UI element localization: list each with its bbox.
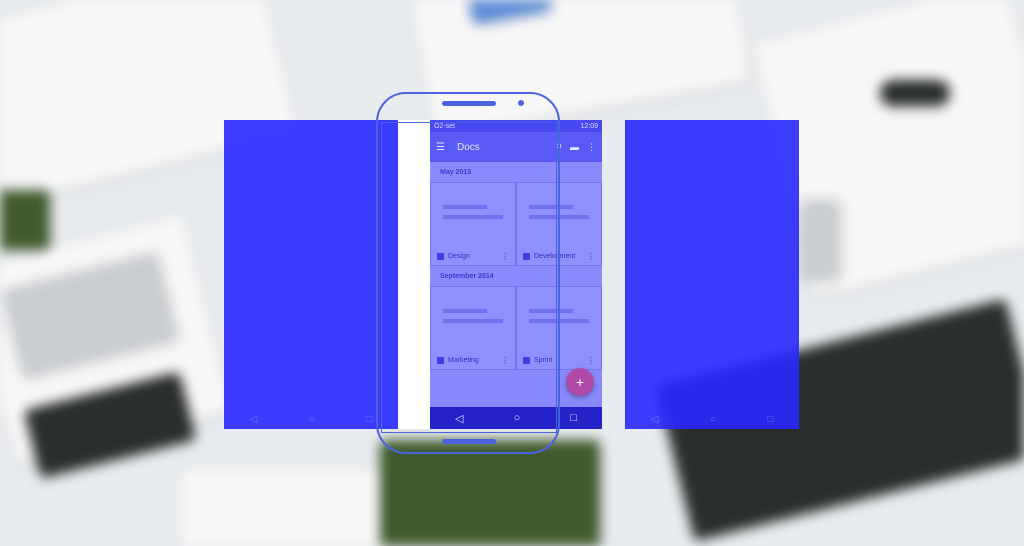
more-vert-icon[interactable]: ⋮ bbox=[587, 356, 595, 365]
screen-outline bbox=[381, 122, 557, 433]
phone-outline bbox=[376, 92, 560, 454]
more-vert-icon[interactable]: ⋮ bbox=[587, 142, 596, 153]
more-vert-icon[interactable]: ⋮ bbox=[587, 252, 595, 261]
overlay-panel-right: ◁ ○ □ bbox=[625, 120, 799, 429]
add-fab-button[interactable]: + bbox=[566, 368, 594, 396]
clock-text: 12:09 bbox=[580, 122, 598, 130]
folder-icon[interactable]: ▬ bbox=[570, 142, 579, 152]
recents-icon[interactable]: □ bbox=[570, 412, 577, 424]
overlay-panel-left: ◁ ○ □ bbox=[224, 120, 398, 429]
speaker-grille bbox=[442, 101, 496, 106]
bottom-grille bbox=[442, 439, 496, 444]
camera-icon bbox=[518, 100, 524, 106]
